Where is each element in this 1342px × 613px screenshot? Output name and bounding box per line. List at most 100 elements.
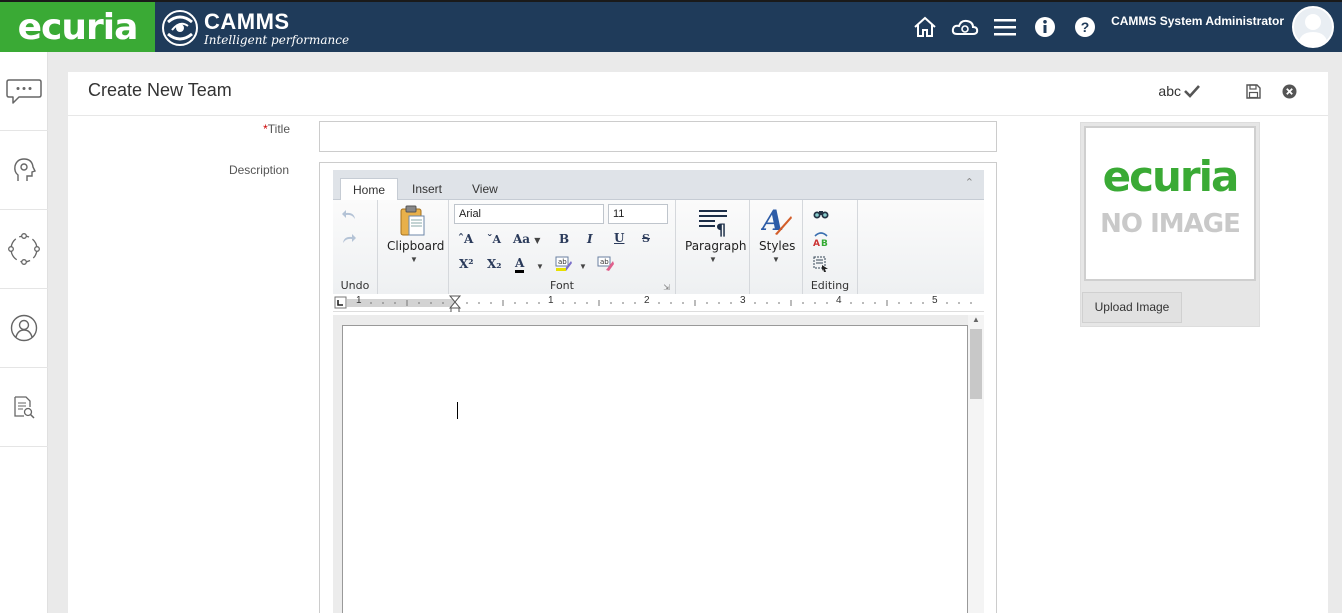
font-color-dropdown-icon[interactable]: ▼ bbox=[536, 262, 544, 271]
change-case-icon[interactable]: Aa ▼ bbox=[513, 232, 540, 246]
sidebar-item-cycle[interactable] bbox=[0, 210, 48, 289]
replace-icon[interactable]: AB bbox=[813, 231, 829, 247]
team-image-panel: ecuria NO IMAGE Upload Image bbox=[1080, 122, 1260, 327]
font-dialog-launcher-icon[interactable]: ⇲ bbox=[663, 283, 670, 292]
no-image-text: NO IMAGE bbox=[1100, 209, 1241, 239]
subscript-icon[interactable]: X₂ bbox=[487, 257, 502, 271]
ruler-mark-1: 1 bbox=[548, 295, 554, 306]
editor-ribbon: Home Insert View ⌃ Undo Clipboard ▼ Aria… bbox=[333, 170, 984, 294]
paragraph-group[interactable]: ¶ Paragraph ▼ bbox=[676, 200, 750, 294]
camms-logo: CAMMS Intelligent performance bbox=[160, 6, 349, 50]
grow-font-icon[interactable]: ˆA bbox=[458, 232, 473, 246]
undo-icon[interactable] bbox=[341, 209, 357, 221]
placeholder-logo: ecuria bbox=[1102, 152, 1240, 201]
clipboard-dropdown-icon: ▼ bbox=[410, 255, 418, 264]
underline-icon[interactable]: U bbox=[614, 231, 624, 245]
editor-ruler[interactable]: 1 1 2 3 4 5 bbox=[333, 294, 984, 312]
user-name[interactable]: CAMMS System Administrator bbox=[1111, 14, 1284, 28]
svg-text:ab: ab bbox=[558, 258, 567, 266]
title-label: *Title bbox=[218, 122, 290, 136]
user-avatar[interactable] bbox=[1292, 6, 1334, 48]
camms-swirl-icon bbox=[162, 10, 198, 46]
title-label-text: Title bbox=[267, 122, 290, 136]
bold-icon[interactable]: B bbox=[559, 232, 569, 246]
ecuria-logo-text: ecuria bbox=[17, 6, 139, 48]
strikethrough-icon[interactable]: S bbox=[642, 232, 650, 245]
cloud-sync-icon[interactable] bbox=[945, 7, 985, 47]
scroll-up-icon[interactable]: ▲ bbox=[972, 315, 980, 324]
editing-group: AB Editing bbox=[803, 200, 858, 294]
tab-view[interactable]: View bbox=[460, 178, 510, 201]
undo-group: Undo bbox=[333, 200, 378, 294]
svg-text:?: ? bbox=[1081, 19, 1090, 35]
ribbon-groups: Undo Clipboard ▼ Arial 11 ˆA ˇA Aa ▼ B I bbox=[333, 200, 984, 294]
help-icon[interactable]: ? bbox=[1065, 7, 1105, 47]
document-area: ▲ ▼ bbox=[333, 315, 984, 613]
save-button[interactable] bbox=[1244, 82, 1262, 100]
find-icon[interactable] bbox=[813, 208, 829, 220]
scrollbar-thumb[interactable] bbox=[970, 329, 982, 399]
select-all-icon[interactable] bbox=[813, 256, 829, 272]
styles-icon: A bbox=[761, 204, 792, 236]
font-color-icon[interactable]: A bbox=[515, 256, 525, 273]
clear-formatting-icon[interactable]: ab bbox=[597, 256, 615, 272]
spell-check-label: abc bbox=[1158, 83, 1181, 99]
text-cursor bbox=[457, 402, 458, 419]
clipboard-group[interactable]: Clipboard ▼ bbox=[378, 200, 449, 294]
highlight-dropdown-icon[interactable]: ▼ bbox=[579, 262, 587, 271]
redo-icon[interactable] bbox=[341, 233, 357, 245]
description-label: Description bbox=[228, 163, 289, 177]
svg-text:A: A bbox=[813, 239, 820, 247]
cycle-icon bbox=[8, 233, 40, 265]
upload-image-button[interactable]: Upload Image bbox=[1082, 292, 1182, 323]
head-gear-icon bbox=[14, 158, 36, 181]
tab-insert[interactable]: Insert bbox=[400, 178, 454, 201]
camms-tagline: Intelligent performance bbox=[204, 32, 350, 47]
ribbon-tabs: Home Insert View ⌃ bbox=[333, 170, 984, 201]
editing-group-label: Editing bbox=[810, 279, 850, 292]
spell-check-button[interactable]: abc bbox=[1158, 83, 1200, 99]
superscript-icon[interactable]: X² bbox=[459, 257, 474, 271]
ruler-mark-left-1: 1 bbox=[356, 295, 362, 306]
left-sidebar bbox=[0, 52, 48, 613]
sidebar-item-settings-profile[interactable] bbox=[0, 131, 48, 210]
sidebar-item-user[interactable] bbox=[0, 289, 48, 368]
paragraph-dropdown-icon: ▼ bbox=[709, 255, 717, 264]
menu-icon[interactable] bbox=[985, 7, 1025, 47]
sidebar-item-chat[interactable] bbox=[0, 52, 48, 131]
paragraph-icon: ¶ bbox=[699, 210, 727, 237]
styles-dropdown-icon: ▼ bbox=[772, 255, 780, 264]
top-header: ecuria CAMMS Intelligent performance ? C… bbox=[0, 0, 1342, 52]
create-team-panel: Create New Team abc *Title Description H… bbox=[68, 72, 1328, 613]
collapse-ribbon-icon[interactable]: ⌃ bbox=[965, 176, 974, 189]
editor-scrollbar[interactable]: ▲ ▼ bbox=[968, 315, 984, 613]
svg-text:B: B bbox=[821, 239, 828, 247]
title-input[interactable] bbox=[319, 121, 997, 152]
page-title: Create New Team bbox=[88, 80, 232, 100]
ruler-mark-5: 5 bbox=[932, 295, 938, 306]
highlight-icon[interactable]: ab bbox=[555, 256, 573, 272]
sidebar-item-document-search[interactable] bbox=[0, 368, 48, 447]
chat-icon bbox=[6, 79, 42, 104]
ruler-mark-3: 3 bbox=[740, 295, 746, 306]
tab-home[interactable]: Home bbox=[340, 178, 399, 201]
italic-icon[interactable]: I bbox=[587, 232, 593, 246]
svg-text:ab: ab bbox=[600, 258, 609, 266]
document-body[interactable] bbox=[342, 325, 968, 613]
close-button[interactable] bbox=[1280, 82, 1298, 100]
font-group: Arial 11 ˆA ˇA Aa ▼ B I U S X² X₂ A ▼ ab… bbox=[449, 200, 676, 294]
close-circle-icon bbox=[1282, 84, 1296, 98]
panel-header: Create New Team abc bbox=[68, 72, 1328, 116]
styles-group[interactable]: A Styles ▼ bbox=[750, 200, 803, 294]
font-size-select[interactable]: 11 bbox=[608, 204, 668, 224]
info-icon[interactable] bbox=[1025, 7, 1065, 47]
shrink-font-icon[interactable]: ˇA bbox=[487, 233, 501, 246]
home-icon[interactable] bbox=[905, 7, 945, 47]
font-name-select[interactable]: Arial bbox=[454, 204, 604, 224]
ecuria-logo[interactable]: ecuria bbox=[0, 2, 155, 52]
rich-text-editor: Home Insert View ⌃ Undo Clipboard ▼ Aria… bbox=[319, 162, 997, 613]
font-group-label: Font bbox=[550, 279, 574, 292]
user-circle-icon bbox=[10, 314, 38, 342]
image-placeholder: ecuria NO IMAGE bbox=[1084, 126, 1256, 281]
ruler-mark-4: 4 bbox=[836, 295, 842, 306]
